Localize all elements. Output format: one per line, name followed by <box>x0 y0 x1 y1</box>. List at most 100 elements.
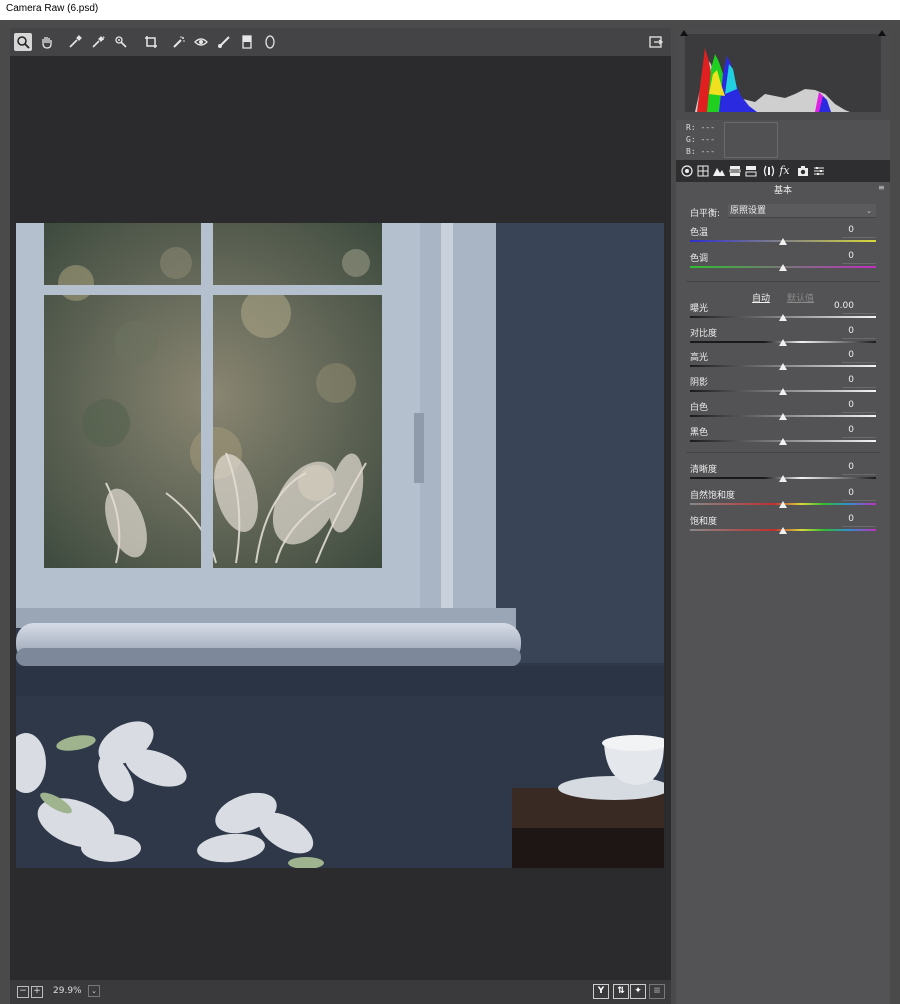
value-underline <box>842 362 876 363</box>
zoom-level: 29.9% <box>53 986 82 996</box>
value-underline <box>842 474 876 475</box>
slider-temperature[interactable]: 色温 0 <box>690 225 876 253</box>
slider-saturation[interactable]: 饱和度 0 <box>690 514 876 542</box>
value-underline <box>842 338 876 339</box>
camera-calibration-tab-icon[interactable] <box>796 164 809 177</box>
slider-value[interactable]: 0.00 <box>834 301 854 311</box>
zoom-out-button[interactable]: − <box>17 986 29 998</box>
slider-value[interactable]: 0 <box>848 326 854 336</box>
toolbar: + <box>10 28 671 56</box>
detail-tab-icon[interactable] <box>712 164 725 177</box>
slider-thumb[interactable] <box>779 475 787 482</box>
radial-filter-icon[interactable] <box>261 33 279 51</box>
effects-tab-icon[interactable]: fx <box>778 164 791 177</box>
hsl-tab-icon[interactable] <box>728 164 741 177</box>
value-underline <box>842 387 876 388</box>
zoom-dropdown[interactable]: ⌄ <box>88 985 100 997</box>
white-balance-select[interactable]: 原照设置 ⌄ <box>728 204 876 218</box>
rgb-readout-box <box>724 122 778 158</box>
white-balance-value: 原照设置 <box>730 206 767 216</box>
slider-label: 清晰度 <box>690 465 718 475</box>
histogram-graph <box>685 34 881 112</box>
white-balance-tool-icon[interactable] <box>66 33 84 51</box>
slider-thumb[interactable] <box>779 363 787 370</box>
zoom-tool-icon[interactable] <box>14 33 32 51</box>
slider-thumb[interactable] <box>779 527 787 534</box>
value-underline <box>842 412 876 413</box>
slider-value[interactable]: 0 <box>848 462 854 472</box>
before-after-y-button[interactable]: Y <box>593 984 609 999</box>
slider-value[interactable]: 0 <box>848 350 854 360</box>
split-toning-tab-icon[interactable] <box>744 164 757 177</box>
value-underline <box>842 237 876 238</box>
slider-exposure[interactable]: 曝光 0.00 <box>690 301 876 329</box>
slider-label: 色温 <box>690 228 709 238</box>
slider-value[interactable]: 0 <box>848 375 854 385</box>
adjustment-brush-icon[interactable] <box>215 33 233 51</box>
slider-value[interactable]: 0 <box>848 488 854 498</box>
white-balance-label: 白平衡: <box>690 209 721 219</box>
toggle-default-icon[interactable]: ≡ <box>649 984 665 999</box>
red-eye-removal-tool-icon[interactable] <box>192 33 210 51</box>
copy-settings-button[interactable]: ✦ <box>630 984 646 999</box>
value-underline <box>842 437 876 438</box>
slider-clarity[interactable]: 清晰度 0 <box>690 462 876 490</box>
slider-thumb[interactable] <box>779 438 787 445</box>
slider-thumb[interactable] <box>779 388 787 395</box>
panel-tabs: fx <box>676 160 890 182</box>
adjustment-panel: R: --- G: --- B: --- fx 基本 ≡ 白平衡: 原照设置 ⌄… <box>676 28 890 1004</box>
slider-label: 对比度 <box>690 329 718 339</box>
slider-label: 自然饱和度 <box>690 491 736 501</box>
histogram <box>676 28 890 120</box>
preview-area: + − + 29.9% ⌄ Y ⇅ ✦ ≡ <box>10 28 671 1004</box>
swap-before-after-button[interactable]: ⇅ <box>613 984 629 999</box>
basic-tab-icon[interactable] <box>680 164 693 177</box>
g-value: G: --- <box>686 135 715 144</box>
slider-label: 饱和度 <box>690 517 718 527</box>
zoom-in-button[interactable]: + <box>31 986 43 998</box>
slider-thumb[interactable] <box>779 314 787 321</box>
status-bar: − + 29.9% ⌄ Y ⇅ ✦ ≡ <box>10 980 671 1004</box>
slider-value[interactable]: 0 <box>848 251 854 261</box>
panel-menu-icon[interactable]: ≡ <box>878 184 886 192</box>
slider-thumb[interactable] <box>779 264 787 271</box>
slider-thumb[interactable] <box>779 501 787 508</box>
value-underline <box>842 526 876 527</box>
slider-vibrance[interactable]: 自然饱和度 0 <box>690 488 876 516</box>
slider-highlights[interactable]: 高光 0 <box>690 350 876 378</box>
slider-value[interactable]: 0 <box>848 400 854 410</box>
spot-removal-tool-icon[interactable] <box>170 33 188 51</box>
targeted-adjustment-tool-icon[interactable] <box>112 33 130 51</box>
tone-curve-tab-icon[interactable] <box>696 164 709 177</box>
slider-tint[interactable]: 色调 0 <box>690 251 876 279</box>
value-underline <box>842 500 876 501</box>
slider-blacks[interactable]: 黑色 0 <box>690 425 876 453</box>
crop-tool-icon[interactable] <box>142 33 160 51</box>
slider-value[interactable]: 0 <box>848 514 854 524</box>
slider-label: 高光 <box>690 353 709 363</box>
slider-value[interactable]: 0 <box>848 225 854 235</box>
presets-tab-icon[interactable] <box>812 164 825 177</box>
window-title: Camera Raw (6.psd) <box>0 0 900 20</box>
slider-shadows[interactable]: 阴影 0 <box>690 375 876 403</box>
hand-tool-icon[interactable] <box>38 33 56 51</box>
chevron-down-icon: ⌄ <box>866 207 872 215</box>
value-underline <box>842 263 876 264</box>
open-in-photoshop-icon[interactable] <box>647 33 665 51</box>
highlight-clipping-icon[interactable] <box>878 30 886 36</box>
section-title: 基本 <box>773 186 792 196</box>
slider-label: 黑色 <box>690 428 709 438</box>
preview-image[interactable] <box>16 223 664 868</box>
shadow-clipping-icon[interactable] <box>680 30 688 36</box>
slider-thumb[interactable] <box>779 238 787 245</box>
slider-thumb[interactable] <box>779 339 787 346</box>
slider-thumb[interactable] <box>779 413 787 420</box>
lens-corrections-tab-icon[interactable] <box>762 164 775 177</box>
slider-whites[interactable]: 白色 0 <box>690 400 876 428</box>
slider-label: 阴影 <box>690 378 709 388</box>
color-sampler-tool-icon[interactable]: + <box>89 33 107 51</box>
image-canvas[interactable] <box>10 56 671 980</box>
slider-value[interactable]: 0 <box>848 425 854 435</box>
r-value: R: --- <box>686 123 715 132</box>
graduated-filter-icon[interactable] <box>238 33 256 51</box>
